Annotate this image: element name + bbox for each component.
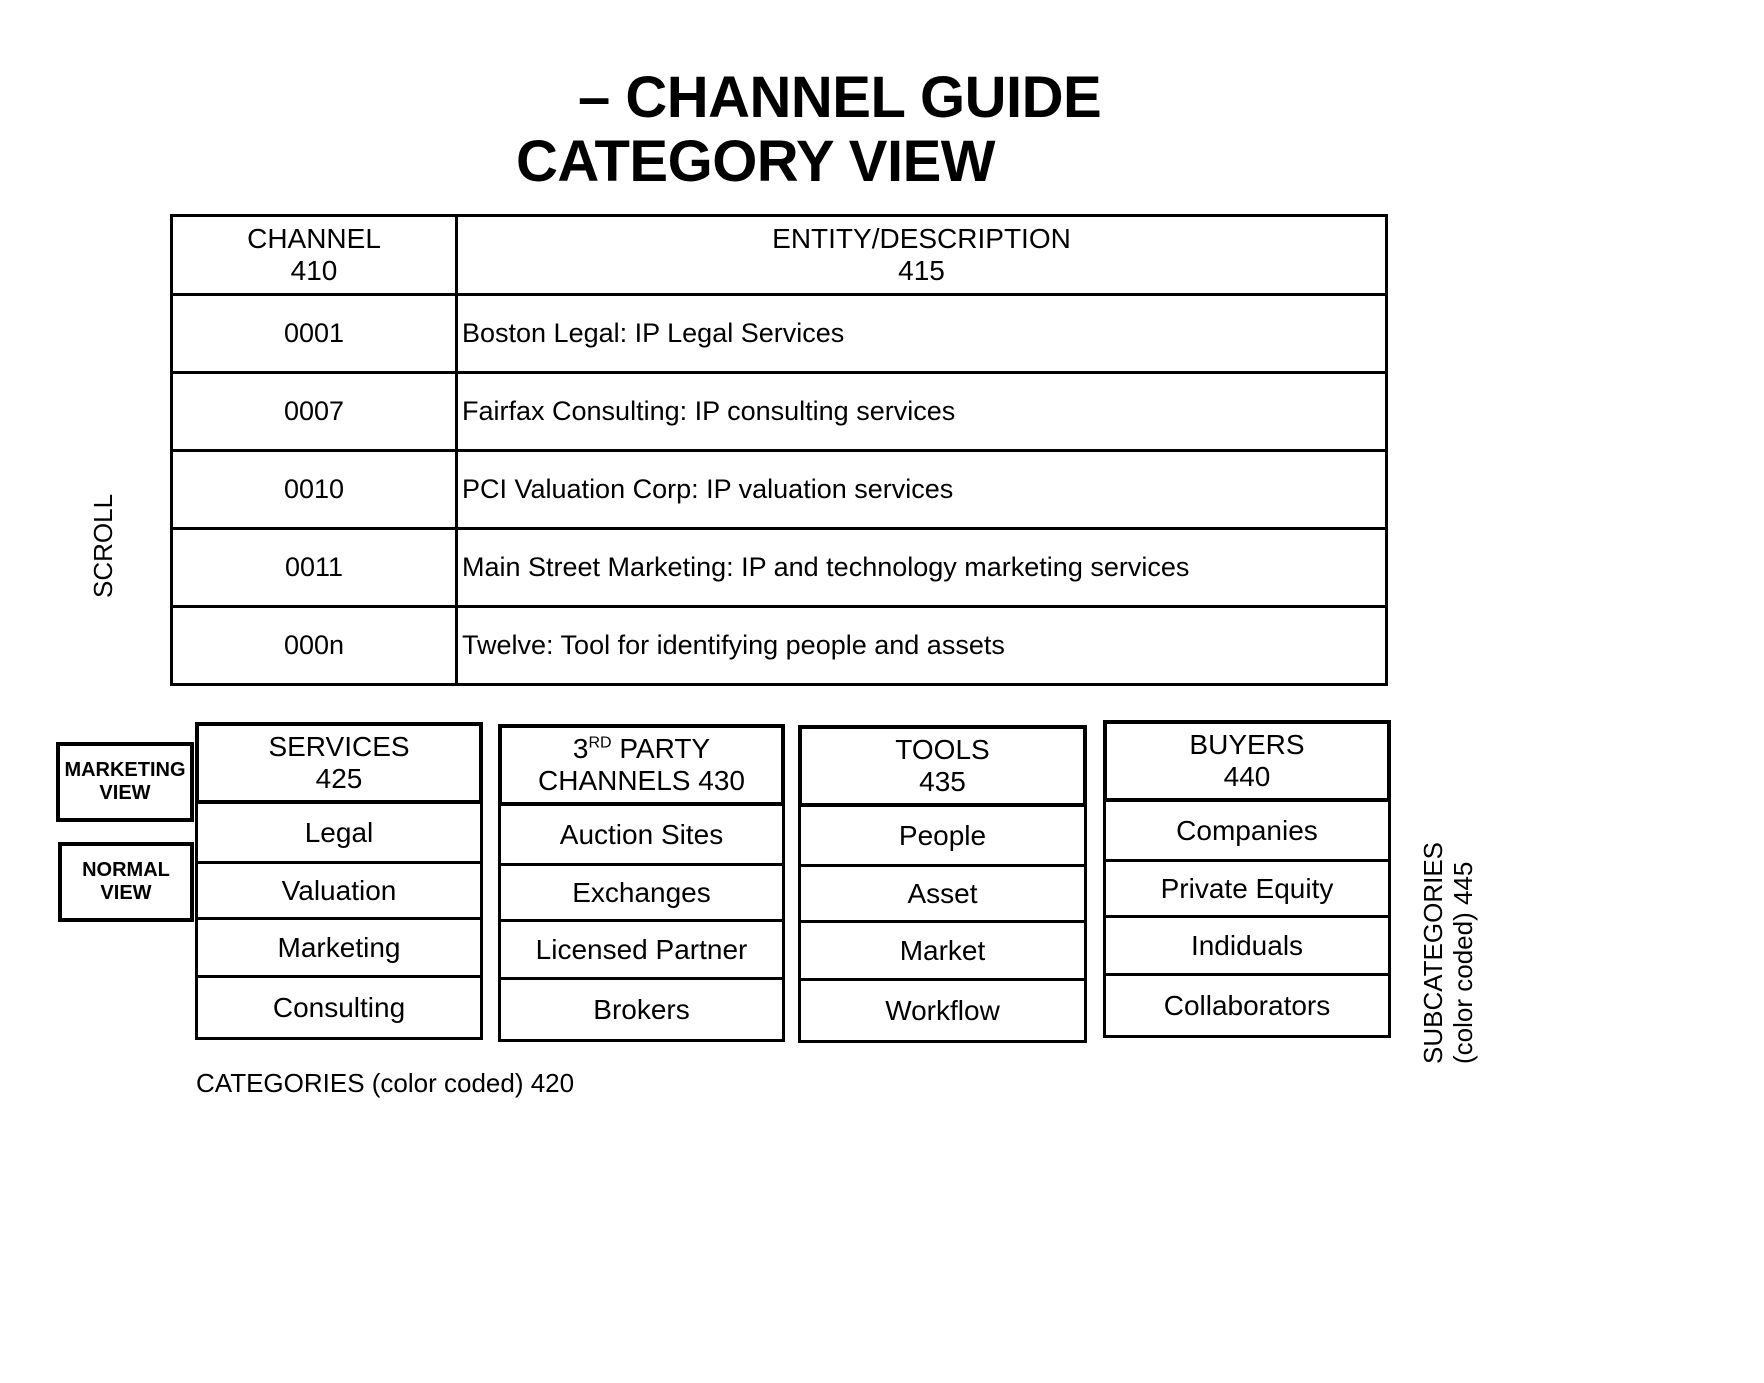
- channel-number: 000n: [170, 605, 458, 686]
- category-services: SERVICES 425 Legal Valuation Marketing C…: [195, 722, 483, 1040]
- category-ref: CHANNELS 430: [538, 765, 745, 796]
- button-label: MARKETING: [64, 759, 186, 781]
- page-subtitle: CATEGORY VIEW: [516, 129, 996, 194]
- page-title: – CHANNEL GUIDE: [578, 65, 1102, 130]
- button-label: VIEW: [99, 782, 151, 804]
- subcategory-item[interactable]: Brokers: [498, 980, 785, 1042]
- subcategory-item[interactable]: Exchanges: [498, 866, 785, 922]
- category-ref: 435: [919, 766, 966, 797]
- channel-number: 0001: [170, 293, 458, 374]
- table-row[interactable]: 0001 Boston Legal: IP Legal Services: [170, 293, 1388, 374]
- normal-view-button[interactable]: NORMAL VIEW: [58, 842, 194, 922]
- channel-number: 0007: [170, 371, 458, 452]
- category-name-suffix: PARTY: [611, 733, 711, 764]
- category-third-party-channels: 3RD PARTY CHANNELS 430 Auction Sites Exc…: [498, 724, 785, 1042]
- category-name-prefix: 3: [572, 733, 589, 764]
- subcategory-item[interactable]: Licensed Partner: [498, 922, 785, 980]
- channel-table: CHANNEL 410 ENTITY/DESCRIPTION 415 0001 …: [170, 214, 1388, 686]
- category-tools: TOOLS 435 People Asset Market Workflow: [798, 725, 1087, 1043]
- scroll-label[interactable]: SCROLL: [88, 494, 119, 598]
- entity-description: Fairfax Consulting: IP consulting servic…: [455, 371, 1388, 452]
- subcategory-item[interactable]: Valuation: [195, 864, 483, 920]
- subcategory-item[interactable]: Workflow: [798, 981, 1087, 1043]
- column-header-description: ENTITY/DESCRIPTION 415: [455, 214, 1388, 296]
- subcategories-label: SUBCATEGORIES (color coded) 445: [1418, 842, 1478, 1064]
- button-label: VIEW: [100, 882, 152, 904]
- entity-description: PCI Valuation Corp: IP valuation service…: [455, 449, 1388, 530]
- table-row[interactable]: 0011 Main Street Marketing: IP and techn…: [170, 527, 1388, 608]
- category-buyers: BUYERS 440 Companies Private Equity Indi…: [1103, 720, 1391, 1038]
- subcategory-item[interactable]: People: [798, 807, 1087, 867]
- column-header-ref: 410: [290, 255, 338, 286]
- table-row[interactable]: 0010 PCI Valuation Corp: IP valuation se…: [170, 449, 1388, 530]
- channel-number: 0011: [170, 527, 458, 608]
- subcategory-item[interactable]: Market: [798, 923, 1087, 981]
- category-name-superscript: RD: [588, 734, 612, 752]
- entity-description: Main Street Marketing: IP and technology…: [455, 527, 1388, 608]
- column-header-label: ENTITY/DESCRIPTION: [772, 223, 1071, 254]
- subcategory-item[interactable]: Legal: [195, 804, 483, 864]
- subcategory-item[interactable]: Indiduals: [1103, 918, 1391, 976]
- button-label: NORMAL: [82, 859, 170, 881]
- category-header-third-party-channels[interactable]: 3RD PARTY CHANNELS 430: [498, 724, 785, 806]
- categories-label: CATEGORIES (color coded) 420: [196, 1068, 575, 1098]
- column-header-ref: 415: [898, 255, 945, 286]
- subcategories-label-line2: (color coded) 445: [1448, 861, 1478, 1064]
- subcategory-item[interactable]: Asset: [798, 867, 1087, 923]
- subcategories-label-line1: SUBCATEGORIES: [1418, 841, 1448, 1064]
- category-name: 3RD PARTY: [502, 733, 781, 765]
- category-header-services[interactable]: SERVICES 425: [195, 722, 483, 804]
- table-row[interactable]: 0007 Fairfax Consulting: IP consulting s…: [170, 371, 1388, 452]
- subcategory-item[interactable]: Auction Sites: [498, 806, 785, 866]
- subcategory-item[interactable]: Collaborators: [1103, 976, 1391, 1038]
- table-header-row: CHANNEL 410 ENTITY/DESCRIPTION 415: [170, 214, 1388, 296]
- subcategory-item[interactable]: Marketing: [195, 920, 483, 978]
- channel-number: 0010: [170, 449, 458, 530]
- category-ref: 440: [1223, 761, 1271, 792]
- category-name: TOOLS: [895, 734, 990, 765]
- category-name: BUYERS: [1189, 729, 1305, 760]
- category-header-tools[interactable]: TOOLS 435: [798, 725, 1087, 807]
- column-header-channel: CHANNEL 410: [170, 214, 458, 296]
- subcategory-item[interactable]: Companies: [1103, 802, 1391, 862]
- entity-description: Boston Legal: IP Legal Services: [455, 293, 1388, 374]
- marketing-view-button[interactable]: MARKETING VIEW: [56, 742, 194, 822]
- column-header-label: CHANNEL: [247, 223, 381, 254]
- category-header-buyers[interactable]: BUYERS 440: [1103, 720, 1391, 802]
- subcategory-item[interactable]: Private Equity: [1103, 862, 1391, 918]
- category-ref: 425: [315, 763, 363, 794]
- subcategory-item[interactable]: Consulting: [195, 978, 483, 1040]
- entity-description: Twelve: Tool for identifying people and …: [455, 605, 1388, 686]
- table-row[interactable]: 000n Twelve: Tool for identifying people…: [170, 605, 1388, 686]
- category-name: SERVICES: [268, 731, 410, 762]
